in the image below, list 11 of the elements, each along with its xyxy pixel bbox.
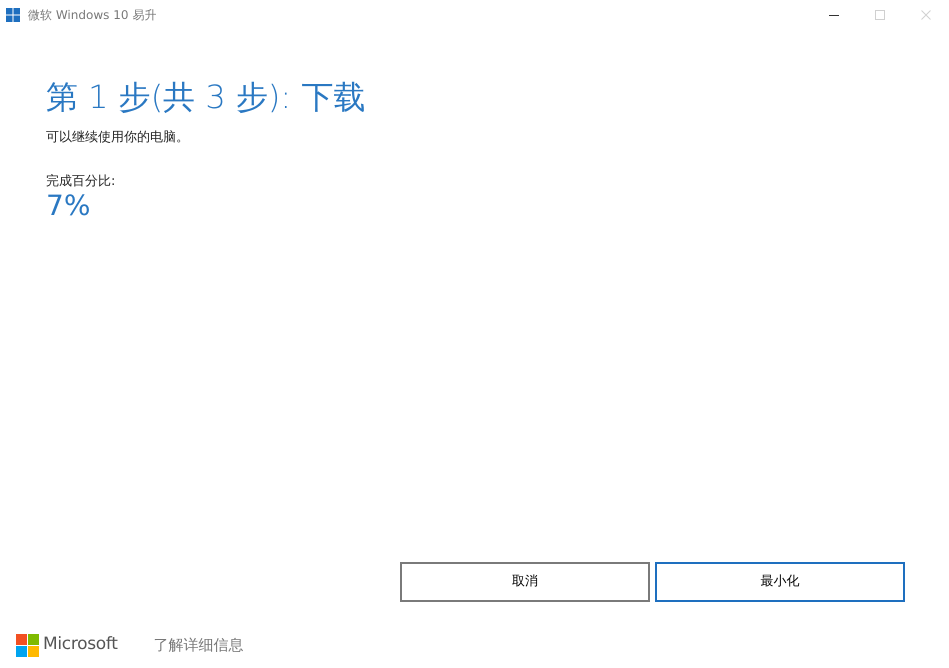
app-icon xyxy=(6,8,20,22)
subtitle: 可以继续使用你的电脑。 xyxy=(46,129,189,148)
window-title: 微软 Windows 10 易升 xyxy=(28,7,156,24)
progress-label: 完成百分比: xyxy=(46,172,116,191)
step-heading: 第 1 步(共 3 步): 下载 xyxy=(46,78,366,116)
cancel-button[interactable]: 取消 xyxy=(400,562,650,602)
brand-name: Microsoft xyxy=(43,633,118,656)
progress-value: 7% xyxy=(46,191,90,222)
minimize-button[interactable]: 最小化 xyxy=(655,562,905,602)
microsoft-logo-icon xyxy=(16,634,39,656)
learn-more-link[interactable]: 了解详细信息 xyxy=(154,634,244,656)
